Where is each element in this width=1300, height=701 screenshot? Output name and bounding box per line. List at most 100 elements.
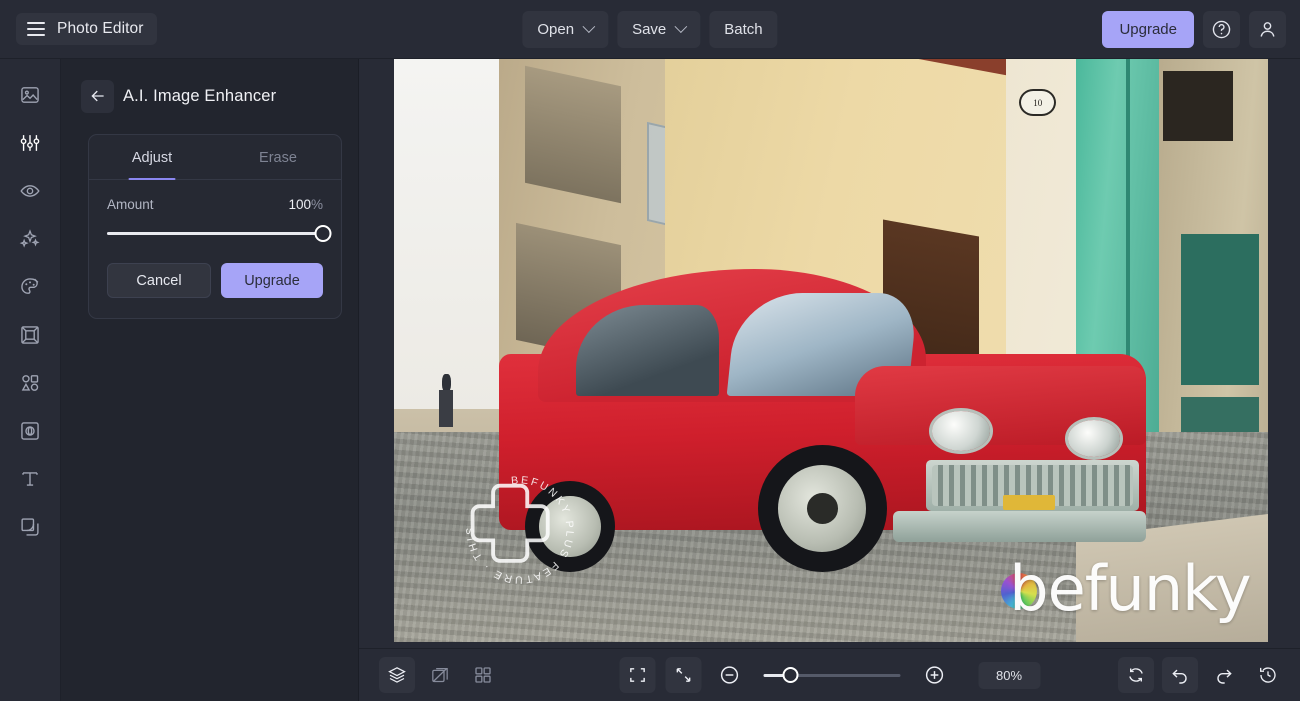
sidebar-item-graphics[interactable] [8, 361, 52, 405]
compare-toggle-icon [430, 665, 450, 685]
upgrade-button[interactable]: Upgrade [1102, 11, 1194, 48]
tool-card: Adjust Erase Amount 100% Cancel [88, 134, 342, 319]
cancel-button[interactable]: Cancel [107, 263, 211, 298]
zoom-out-button[interactable] [711, 657, 747, 693]
sidebar-item-effects[interactable] [8, 217, 52, 261]
account-button[interactable] [1249, 11, 1286, 48]
reset-button[interactable] [1118, 657, 1154, 693]
amount-number: 100 [288, 197, 311, 212]
image-canvas[interactable]: 10 [359, 59, 1300, 648]
layers-icon [387, 665, 407, 685]
sidebar-item-text[interactable] [8, 457, 52, 501]
photo-editor-app: Photo Editor Open Save Batch Upgrade [0, 0, 1300, 701]
question-circle-icon [1211, 19, 1232, 40]
app-body: A.I. Image Enhancer Adjust Erase Amount … [0, 59, 1300, 701]
right-window-dark [1163, 71, 1233, 141]
header-right-actions: Upgrade [1102, 11, 1286, 48]
panel-upgrade-button[interactable]: Upgrade [221, 263, 323, 298]
license-plate [1003, 495, 1055, 510]
canvas-area: 10 [359, 59, 1300, 701]
sidebar-item-overlays[interactable] [8, 505, 52, 549]
top-header: Photo Editor Open Save Batch Upgrade [0, 0, 1300, 59]
shapes-graphics-icon [19, 372, 41, 394]
tool-panel: A.I. Image Enhancer Adjust Erase Amount … [61, 59, 359, 701]
zoom-in-icon [923, 664, 945, 686]
actual-size-button[interactable] [665, 657, 701, 693]
amount-slider[interactable] [107, 225, 323, 242]
app-menu-button[interactable]: Photo Editor [16, 13, 157, 45]
tab-adjust[interactable]: Adjust [89, 135, 215, 179]
headlight [932, 411, 990, 450]
sidebar-item-textures[interactable] [8, 409, 52, 453]
save-button[interactable]: Save [617, 11, 700, 48]
sidebar-item-touch-up[interactable] [8, 169, 52, 213]
pedestrian [439, 374, 453, 426]
tab-erase[interactable]: Erase [215, 135, 341, 179]
layers-overlay-icon [19, 516, 41, 538]
actual-size-icon [673, 665, 693, 685]
fit-to-screen-icon [627, 665, 647, 685]
redo-button[interactable] [1206, 657, 1242, 693]
grid-view-button[interactable] [465, 657, 501, 693]
save-label: Save [632, 21, 666, 38]
frames-icon [19, 324, 41, 346]
bottom-right-tools [1118, 657, 1286, 693]
zoom-level-value[interactable]: 80% [978, 662, 1040, 689]
back-button[interactable] [81, 80, 114, 113]
befunky-wordmark: befunky [1009, 552, 1250, 625]
reset-icon [1126, 665, 1146, 685]
classic-red-car [499, 269, 1146, 572]
history-button[interactable] [1250, 657, 1286, 693]
sparkles-effects-icon [19, 228, 41, 250]
open-button[interactable]: Open [522, 11, 608, 48]
zoom-slider[interactable] [763, 667, 900, 683]
arrow-left-icon [89, 87, 107, 105]
sliders-icon [19, 132, 41, 154]
headlight [1068, 420, 1120, 456]
slider-handle[interactable] [315, 225, 332, 242]
zoom-handle[interactable] [782, 667, 798, 683]
layers-button[interactable] [379, 657, 415, 693]
zoom-in-button[interactable] [916, 657, 952, 693]
bottom-toolbar: 80% [359, 648, 1300, 701]
zoom-out-icon [718, 664, 740, 686]
edited-photo[interactable]: 10 [394, 59, 1268, 642]
compare-toggle-button[interactable] [422, 657, 458, 693]
sidebar-item-edit[interactable] [8, 73, 52, 117]
hamburger-icon [27, 22, 45, 36]
text-icon [19, 468, 41, 490]
undo-button[interactable] [1162, 657, 1198, 693]
batch-button[interactable]: Batch [709, 11, 777, 48]
sidebar-item-frames[interactable] [8, 313, 52, 357]
slider-fill [107, 232, 323, 235]
fit-to-screen-button[interactable] [619, 657, 655, 693]
tool-rail [0, 59, 61, 701]
textures-icon [19, 420, 41, 442]
history-icon [1258, 665, 1278, 685]
car-bumper [893, 511, 1145, 541]
right-green-door [1181, 234, 1260, 386]
help-button[interactable] [1203, 11, 1240, 48]
zoom-controls: 80% [619, 657, 1040, 693]
open-label: Open [537, 21, 574, 38]
header-center-actions: Open Save Batch [522, 11, 777, 48]
user-icon [1257, 19, 1278, 40]
amount-row: Amount 100% [107, 197, 323, 212]
rear-wheel [525, 481, 616, 572]
grid-view-icon [473, 665, 493, 685]
image-edit-icon [19, 84, 41, 106]
sidebar-item-artsy[interactable] [8, 265, 52, 309]
panel-title: A.I. Image Enhancer [123, 87, 276, 106]
amount-unit: % [311, 197, 323, 212]
sidebar-item-adjust[interactable] [8, 121, 52, 165]
house-number-plaque: 10 [1019, 89, 1057, 116]
front-wheel [758, 445, 887, 572]
panel-actions: Cancel Upgrade [107, 263, 323, 298]
chevron-down-icon [674, 20, 687, 33]
befunky-logo-watermark: befunky [1001, 552, 1250, 625]
amount-label: Amount [107, 197, 154, 212]
amount-value: 100% [288, 197, 323, 212]
panel-tabs: Adjust Erase [89, 135, 341, 180]
panel-header: A.I. Image Enhancer [61, 76, 358, 116]
batch-label: Batch [724, 21, 762, 38]
